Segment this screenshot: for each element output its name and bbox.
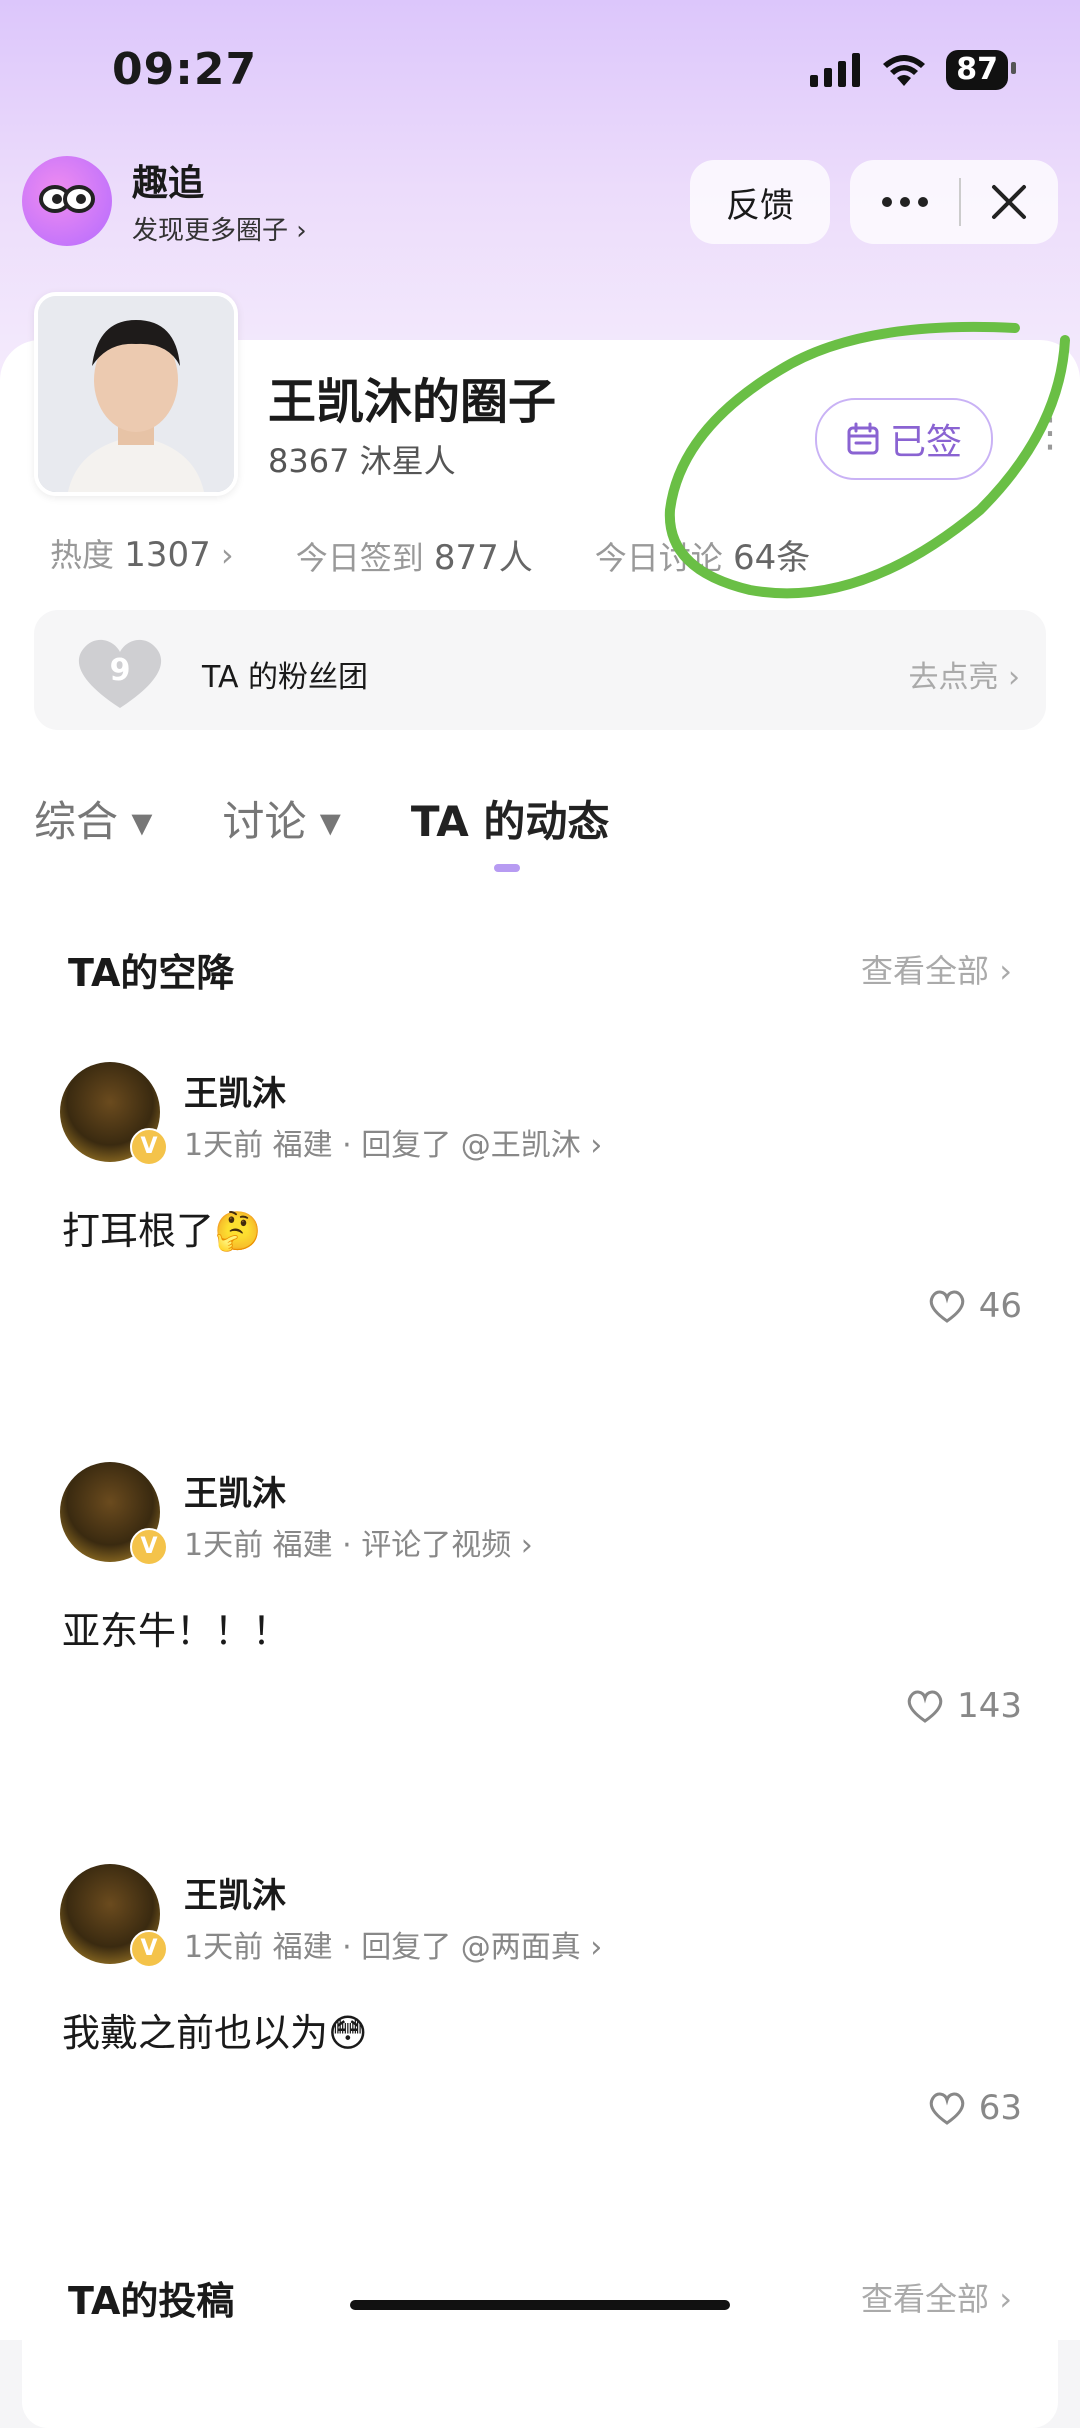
fan-club-label: TA 的粉丝团 bbox=[202, 660, 369, 695]
signed-label: 已签 bbox=[889, 422, 962, 463]
member-count: 8367 沐星人 bbox=[268, 442, 456, 480]
post-author[interactable]: 王凯沐 bbox=[184, 1466, 286, 1515]
light-up-link[interactable]: 去点亮 › bbox=[908, 652, 1020, 696]
post-text: 亚东牛！！！ bbox=[62, 1609, 291, 1653]
post-meta[interactable]: 1天前 福建 · 回复了 @王凯沐 › bbox=[184, 1120, 602, 1164]
like-button[interactable]: 46 bbox=[927, 1286, 1022, 1326]
circle-name: 王凯沐的圈子 bbox=[268, 374, 557, 430]
stat-heat[interactable]: 热度 1307 › bbox=[50, 530, 234, 579]
submissions-section: TA的投稿 查看全部 › bbox=[22, 2228, 1058, 2428]
feedback-button[interactable]: 反馈 bbox=[690, 160, 830, 244]
status-icons: 87 bbox=[810, 50, 1016, 90]
calendar-icon bbox=[847, 422, 879, 455]
capsule-menu bbox=[850, 160, 1058, 244]
signed-in-button[interactable]: 已签 bbox=[815, 398, 993, 480]
fan-club-row[interactable]: 9 TA 的粉丝团 去点亮 › bbox=[34, 610, 1046, 730]
view-all-link[interactable]: 查看全部 › bbox=[861, 946, 1012, 992]
view-all-link[interactable]: 查看全部 › bbox=[861, 2274, 1012, 2320]
verified-icon: V bbox=[130, 1528, 168, 1566]
verified-icon: V bbox=[130, 1930, 168, 1968]
home-indicator bbox=[350, 2300, 730, 2310]
post-text: 打耳根了🤔 bbox=[62, 1209, 262, 1253]
stat-discussions: 今日讨论 64条 bbox=[595, 530, 810, 579]
eyes-logo-icon bbox=[39, 185, 95, 213]
stat-checkins-label: 今日签到 bbox=[295, 539, 424, 577]
tab-overview[interactable]: 综合 ▾ bbox=[34, 788, 152, 849]
post-author[interactable]: 王凯沐 bbox=[184, 1066, 286, 1115]
fan-level: 9 bbox=[110, 653, 131, 688]
stat-discussions-value: 64条 bbox=[732, 538, 811, 578]
section-title: TA的投稿 bbox=[68, 2279, 235, 2323]
stat-checkins-value: 877人 bbox=[433, 538, 533, 578]
post-author[interactable]: 王凯沐 bbox=[184, 1868, 286, 1917]
person-portrait bbox=[38, 296, 234, 492]
circle-avatar[interactable] bbox=[34, 292, 238, 496]
circle-stats: 热度 1307 › 今日签到 877人 今日讨论 64条 bbox=[50, 530, 810, 579]
stat-heat-value: 1307 bbox=[124, 535, 211, 575]
app-logo[interactable] bbox=[22, 156, 112, 246]
tab-activity[interactable]: TA 的动态 bbox=[411, 788, 610, 849]
chevron-right-icon: › bbox=[220, 536, 234, 574]
airdrop-section: TA的空降 查看全部 › V 王凯沐 1天前 福建 · 回复了 @王凯沐 › 打… bbox=[22, 900, 1058, 2208]
stat-discussions-label: 今日讨论 bbox=[594, 539, 723, 577]
heart-icon bbox=[929, 2092, 964, 2125]
post-text: 我戴之前也以为😳 bbox=[62, 2011, 368, 2055]
like-button[interactable]: 143 bbox=[905, 1686, 1022, 1726]
like-button[interactable]: 63 bbox=[927, 2088, 1022, 2128]
like-count: 143 bbox=[957, 1686, 1022, 1726]
content-tabs: 综合 ▾ 讨论 ▾ TA 的动态 bbox=[34, 788, 609, 849]
mini-app-title[interactable]: 趣追 bbox=[132, 154, 204, 206]
heart-icon bbox=[929, 1290, 964, 1323]
wifi-icon bbox=[883, 55, 926, 86]
signal-icon bbox=[810, 53, 861, 87]
heart-icon bbox=[907, 1690, 943, 1723]
stat-heat-label: 热度 bbox=[50, 536, 115, 574]
verified-icon: V bbox=[130, 1128, 168, 1166]
capsule-divider bbox=[959, 178, 961, 226]
stat-checkins: 今日签到 877人 bbox=[296, 530, 533, 579]
post-meta[interactable]: 1天前 福建 · 评论了视频 › bbox=[184, 1520, 533, 1564]
more-dots-icon[interactable] bbox=[881, 196, 929, 208]
status-time: 09:27 bbox=[112, 44, 258, 95]
like-count: 46 bbox=[978, 1286, 1022, 1326]
discover-more-link[interactable]: 发现更多圈子 › bbox=[132, 210, 307, 247]
heart-level-icon: 9 bbox=[78, 639, 162, 708]
side-more-icon[interactable]: ⋮ bbox=[1030, 410, 1070, 456]
section-title: TA的空降 bbox=[68, 951, 235, 995]
active-tab-indicator bbox=[494, 864, 520, 872]
tab-discussion[interactable]: 讨论 ▾ bbox=[222, 788, 340, 849]
post-meta[interactable]: 1天前 福建 · 回复了 @两面真 › bbox=[184, 1922, 602, 1966]
close-icon[interactable] bbox=[991, 184, 1027, 220]
battery-indicator: 87 bbox=[946, 50, 1016, 90]
like-count: 63 bbox=[978, 2088, 1022, 2128]
